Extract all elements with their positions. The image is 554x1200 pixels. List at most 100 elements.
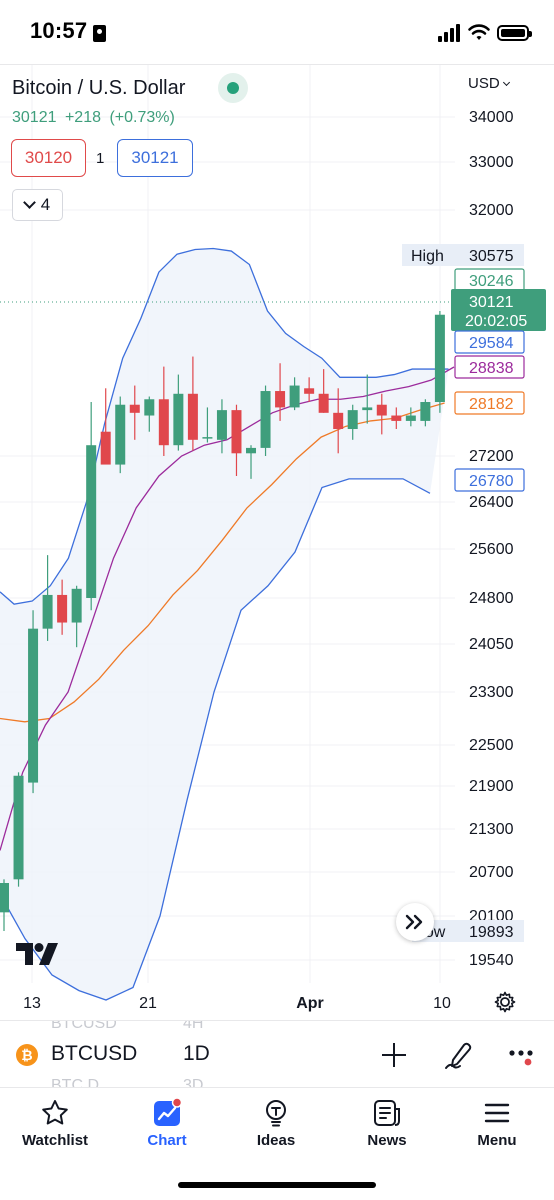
price-tick-label: 21300: [469, 821, 514, 838]
tab-news[interactable]: News: [351, 1088, 423, 1158]
candle-body: [42, 594, 53, 629]
buy-button[interactable]: 30121: [117, 139, 193, 177]
symbol-title[interactable]: Bitcoin / U.S. Dollar: [12, 77, 185, 100]
wifi-icon: [468, 24, 490, 40]
tab-ideas[interactable]: Ideas: [240, 1088, 312, 1158]
tab-menu[interactable]: Menu: [461, 1088, 533, 1158]
price-change: +218: [64, 109, 101, 126]
indicators-count: 4: [40, 195, 51, 214]
tradingview-logo: [16, 943, 58, 965]
order-quantity[interactable]: 1: [96, 150, 104, 167]
candle-body: [57, 594, 68, 623]
candle-body: [420, 402, 431, 421]
price-tick-label: 26400: [469, 494, 514, 511]
price-tick-label: 21900: [469, 778, 514, 795]
price-tick-label: 24050: [469, 636, 514, 653]
buy-price: 30121: [131, 148, 179, 167]
sell-button[interactable]: 30120: [11, 139, 86, 177]
tab-chart[interactable]: Chart: [131, 1088, 203, 1158]
add-icon[interactable]: [380, 1041, 408, 1069]
drawing-tools-icon[interactable]: [444, 1039, 474, 1071]
tab-label: News: [367, 1132, 407, 1149]
candle-body: [391, 415, 402, 421]
candle-body: [260, 391, 271, 448]
id-card-icon: [93, 25, 106, 42]
market-open-icon: [218, 73, 248, 103]
candle-body: [173, 393, 184, 446]
next-interval[interactable]: 3D: [183, 1077, 203, 1087]
tab-watchlist[interactable]: Watchlist: [14, 1088, 96, 1158]
scroll-to-realtime-button[interactable]: [396, 903, 434, 941]
previous-symbol[interactable]: BTCUSD: [51, 1021, 117, 1033]
indicators-toggle[interactable]: 4: [12, 189, 63, 221]
chart-area[interactable]: 34000 33000 32000 27200 26400 25600 24800 24050…: [0, 64, 554, 1020]
high-label: High: [411, 248, 444, 265]
price-tick-label: 23300: [469, 684, 514, 701]
double-chevron-right-icon: [405, 914, 423, 930]
price-tick-label: 32000: [469, 202, 514, 219]
currency-selector[interactable]: USD: [468, 75, 510, 92]
high-value: 30575: [469, 248, 514, 265]
price-tick-label: 22500: [469, 737, 514, 754]
candle-body: [129, 404, 140, 413]
status-time: 10:57: [30, 18, 88, 43]
candle-body: [275, 391, 286, 408]
candle-body: [362, 407, 373, 411]
price-tick-label: 19540: [469, 952, 514, 969]
price-tick-label: 25600: [469, 541, 514, 558]
last-price-marker: 30121: [469, 294, 514, 311]
candle-body: [318, 393, 329, 413]
low-value: 19893: [469, 924, 514, 941]
candle-body: [0, 883, 9, 913]
time-axis-label: 10: [433, 995, 451, 1012]
candle-body: [28, 628, 39, 783]
next-symbol[interactable]: BTC.D: [51, 1077, 99, 1087]
price-tick-label: 27200: [469, 448, 514, 465]
menu-icon: [484, 1103, 510, 1123]
more-options-icon[interactable]: [508, 1045, 538, 1067]
candle-body: [347, 410, 358, 430]
currency-label: USD: [468, 75, 500, 92]
interval-selector[interactable]: 1D: [183, 1042, 210, 1066]
chart-icon: [154, 1098, 182, 1126]
price-tick-label: 34000: [469, 109, 514, 126]
candle-body: [144, 399, 155, 416]
candle-body: [115, 404, 126, 465]
candle-body: [289, 385, 300, 408]
chevron-down-icon: [502, 78, 510, 87]
tab-label: Watchlist: [21, 1132, 89, 1149]
last-price: 30121: [12, 109, 57, 126]
price-tick-label: 33000: [469, 154, 514, 171]
battery-icon: [497, 25, 532, 41]
price-chart[interactable]: 34000 33000 32000 27200 26400 25600 24800 24050…: [0, 65, 554, 1020]
tab-label: Ideas: [256, 1132, 296, 1149]
bb-lower-marker: 26780: [469, 473, 514, 490]
sma-slow-marker: 28182: [469, 396, 514, 413]
candle-body: [231, 410, 242, 454]
chart-settings-icon[interactable]: [493, 990, 517, 1014]
candle-body: [216, 410, 227, 440]
symbol-bar[interactable]: BTCUSD 4H ₿ BTCUSD 1D BTC.D 3D: [0, 1020, 554, 1088]
tab-label: Menu: [477, 1132, 517, 1149]
sma-fast-marker: 28838: [469, 360, 514, 377]
status-bar: 10:57: [0, 0, 554, 64]
bb-basis-marker: 29584: [469, 335, 514, 352]
bitcoin-icon: ₿: [16, 1044, 38, 1066]
news-icon: [374, 1100, 400, 1126]
price-tick-label: 20700: [469, 864, 514, 881]
candle-body: [13, 775, 24, 880]
candle-body: [100, 431, 111, 465]
price-tick-label: 24800: [469, 590, 514, 607]
candle-body: [304, 388, 315, 394]
bb-upper-marker: 30246: [469, 273, 514, 290]
candle-body: [246, 447, 257, 454]
candle-body: [202, 437, 213, 439]
symbol-selector[interactable]: BTCUSD: [51, 1042, 137, 1066]
price-summary: 30121 +218 (+0.73%): [12, 109, 179, 127]
lightbulb-icon: [266, 1100, 286, 1127]
candle-body: [434, 314, 445, 403]
home-indicator: [178, 1182, 376, 1188]
chevron-down-icon: [22, 196, 36, 209]
price-change-pct: (+0.73%): [109, 109, 175, 126]
previous-interval[interactable]: 4H: [183, 1021, 203, 1033]
